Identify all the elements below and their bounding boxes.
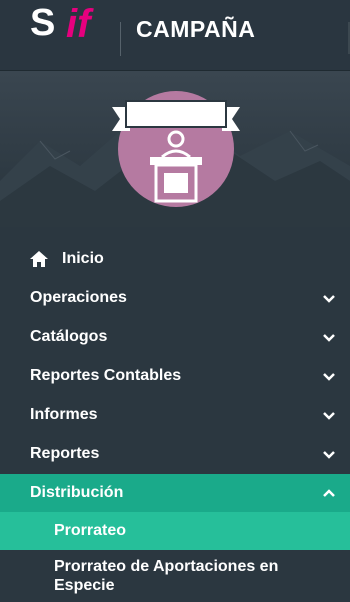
sidebar-item-inicio[interactable]: Inicio <box>0 240 350 278</box>
profile-banner <box>0 71 350 227</box>
chevron-down-icon <box>323 295 335 303</box>
chevron-up-icon <box>323 489 335 497</box>
sidebar-item-distribucion[interactable]: Distribución <box>0 474 350 512</box>
sidebar-item-catalogos[interactable]: Catálogos <box>0 318 350 356</box>
chevron-down-icon <box>323 373 335 381</box>
sidebar-item-informes[interactable]: Informes <box>0 396 350 434</box>
sidebar-item-reportes[interactable]: Reportes <box>0 435 350 473</box>
chevron-down-icon <box>323 334 335 342</box>
sidebar-item-reportes-contables[interactable]: Reportes Contables <box>0 357 350 395</box>
podium-speaker-icon <box>112 91 240 207</box>
sidebar-subitem-label-line1: Prorrateo de Aportaciones en <box>54 558 279 575</box>
app-title: CAMPAÑA <box>136 16 256 42</box>
logo-if: if <box>66 2 91 46</box>
sidebar-subitem-prorrateo-aportaciones[interactable]: Prorrateo de Aportaciones en Especie <box>0 552 350 602</box>
sidebar-item-label: Distribución <box>30 484 124 501</box>
sidebar-item-label: Operaciones <box>30 289 127 306</box>
sidebar-subitem-prorrateo[interactable]: Prorrateo <box>0 512 350 550</box>
chevron-down-icon <box>323 412 335 420</box>
app-header: S if CAMPAÑA <box>0 0 350 71</box>
sidebar-item-label: Reportes <box>30 445 100 462</box>
logo-separator <box>120 22 121 56</box>
sidebar-subitem-label-line2: Especie <box>54 577 115 594</box>
logo-s: S <box>30 2 56 44</box>
sidebar-item-label: Informes <box>30 406 98 423</box>
sidebar-subitem-label: Prorrateo de Aportaciones en Especie <box>54 552 350 595</box>
home-icon <box>30 251 48 267</box>
chevron-down-icon <box>323 451 335 459</box>
sidebar-item-operaciones[interactable]: Operaciones <box>0 279 350 317</box>
sidebar-item-label: Catálogos <box>30 328 108 345</box>
sidebar-item-label: Inicio <box>62 250 104 267</box>
sidebar-item-label: Reportes Contables <box>30 367 182 384</box>
sidebar-subitem-label: Prorrateo <box>54 522 127 539</box>
